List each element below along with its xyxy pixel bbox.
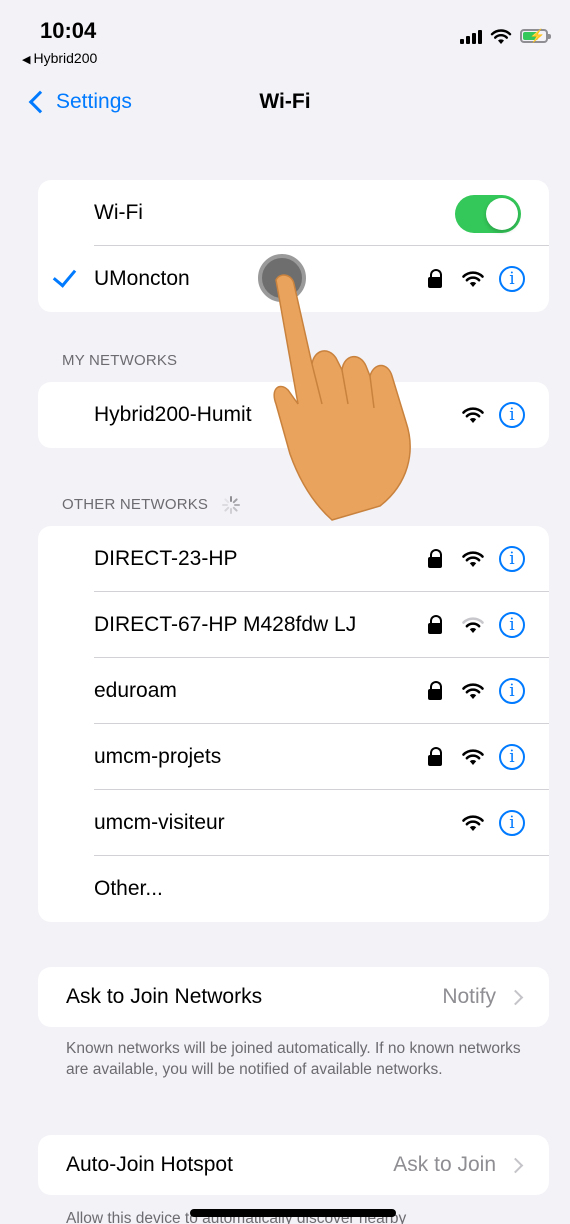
lock-icon [425,680,447,702]
auto-join-row[interactable]: Auto-Join Hotspot Ask to Join [38,1135,549,1195]
auto-join-value: Ask to Join [393,1153,524,1177]
wifi-strength-icon [462,749,484,765]
network-name: DIRECT-23-HP [94,547,238,570]
ask-to-join-label: Ask to Join Networks [66,985,263,1008]
auto-join-value-text: Ask to Join [393,1153,496,1176]
ask-to-join-footer: Known networks will be joined automatica… [66,1040,521,1078]
other-networks-group: DIRECT-23-HP i DIRECT-67-HP M428fdw LJ i… [38,526,549,922]
wifi-toggle-label: Wi-Fi [94,201,143,224]
checkmark-icon [52,263,77,288]
lock-icon [425,268,447,290]
info-button[interactable]: i [499,402,525,428]
info-button[interactable]: i [499,810,525,836]
lock-icon [425,548,447,570]
wifi-weak-icon [462,617,484,633]
info-button[interactable]: i [499,612,525,638]
ask-to-join-value-text: Notify [442,985,496,1008]
my-networks-header: MY NETWORKS [62,352,178,369]
other-network-label: Other... [94,877,163,900]
ask-to-join-row[interactable]: Ask to Join Networks Notify [38,967,549,1027]
my-networks-group: Hybrid200-Humit i [38,382,549,448]
network-name: eduroam [94,679,177,702]
lock-icon [425,614,447,636]
connected-network-name: UMoncton [94,267,190,290]
network-row[interactable]: umcm-visiteur i [38,790,549,856]
wifi-status-icon [490,28,512,44]
other-network-row[interactable]: Other... [38,856,549,922]
network-row[interactable]: eduroam i [38,658,549,724]
wifi-strength-icon [462,815,484,831]
ask-to-join-value: Notify [442,985,524,1009]
auto-join-group: Auto-Join Hotspot Ask to Join [38,1135,549,1195]
info-button[interactable]: i [499,744,525,770]
battery-icon: ⚡ [520,28,551,43]
wifi-toggle-switch[interactable] [455,195,521,233]
status-time: 10:04 [40,18,97,43]
status-icons: ⚡ [460,24,551,48]
network-row[interactable]: umcm-projets i [38,724,549,790]
auto-join-label: Auto-Join Hotspot [66,1153,233,1176]
wifi-strength-icon [462,271,484,287]
network-row[interactable]: Hybrid200-Humit i [38,382,549,448]
back-app-label: Hybrid200 [33,50,98,66]
info-button[interactable]: i [499,678,525,704]
wifi-settings-screen: 10:04 ◀Hybrid200 ⚡ Settings Wi-Fi Wi-Fi [0,0,570,1224]
page-title: Wi-Fi [259,90,311,113]
info-button[interactable]: i [499,266,525,292]
network-name: umcm-visiteur [94,811,225,834]
wifi-toggle-row: Wi-Fi [38,180,549,246]
chevron-right-icon [507,1157,524,1173]
connected-network-row[interactable]: UMoncton i [38,246,549,312]
other-networks-header: OTHER NETWORKS [62,495,241,515]
back-to-app-link[interactable]: ◀ Hybrid200 [22,50,97,66]
chevron-right-icon [507,989,524,1005]
network-name: Hybrid200-Humit [94,403,252,426]
loading-spinner-icon [221,496,240,514]
network-row[interactable]: DIRECT-67-HP M428fdw LJ i [38,592,549,658]
wifi-toggle-group: Wi-Fi UMoncton i [38,180,549,312]
wifi-strength-icon [462,683,484,699]
network-name: umcm-projets [94,745,222,768]
back-triangle-icon: ◀ [22,54,31,66]
ask-to-join-group: Ask to Join Networks Notify [38,967,549,1027]
wifi-strength-icon [462,407,484,423]
info-button[interactable]: i [499,546,525,572]
cellular-signal-icon [460,28,482,44]
network-row[interactable]: DIRECT-23-HP i [38,526,549,592]
charging-bolt-icon: ⚡ [529,28,546,43]
lock-icon [425,746,447,768]
wifi-strength-icon [462,551,484,567]
home-indicator [190,1209,396,1217]
toggle-knob [486,198,518,230]
network-name: DIRECT-67-HP M428fdw LJ [94,613,357,636]
other-networks-label: OTHER NETWORKS [62,495,209,513]
